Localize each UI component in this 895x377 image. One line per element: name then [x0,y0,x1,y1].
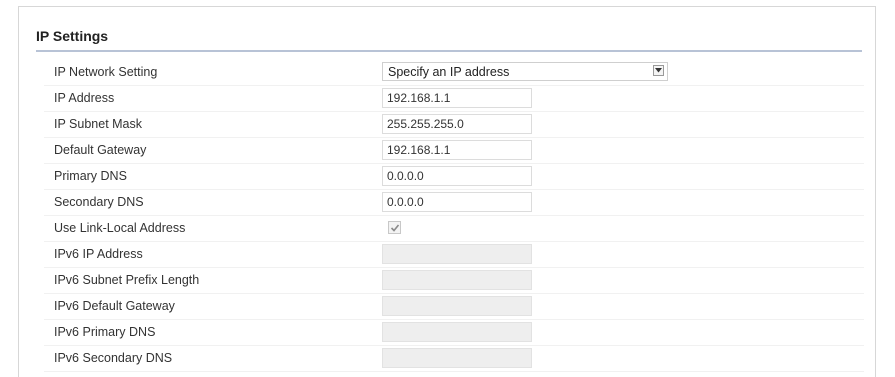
row-subnet-mask: IP Subnet Mask [44,112,864,138]
row-ip-address: IP Address [44,86,864,112]
ipv6-address-input[interactable] [382,244,532,264]
ipv6-primary-dns-input[interactable] [382,322,532,342]
dropdown-arrow-icon[interactable] [653,65,664,76]
ipv6-gateway-label: IPv6 Default Gateway [54,299,175,313]
ip-network-setting-value: Specify an IP address [388,65,510,79]
ipv6-prefix-length-input[interactable] [382,270,532,290]
secondary-dns-input[interactable] [382,192,532,212]
link-local-label: Use Link-Local Address [54,221,186,235]
primary-dns-input[interactable] [382,166,532,186]
row-ipv6-primary-dns: IPv6 Primary DNS [44,320,864,346]
ipv6-secondary-dns-input[interactable] [382,348,532,368]
ipv6-prefix-length-label: IPv6 Subnet Prefix Length [54,273,200,287]
ipv6-primary-dns-label: IPv6 Primary DNS [54,325,156,339]
title-divider [36,50,862,52]
row-ip-network-setting: IP Network Setting Specify an IP address [44,60,864,86]
row-primary-dns: Primary DNS [44,164,864,190]
primary-dns-label: Primary DNS [54,169,127,183]
ip-address-input[interactable] [382,88,532,108]
row-ipv6-gateway: IPv6 Default Gateway [44,294,864,320]
ip-address-label: IP Address [54,91,115,105]
settings-form: IP Network Setting Specify an IP address… [44,60,864,372]
default-gateway-input[interactable] [382,140,532,160]
row-secondary-dns: Secondary DNS [44,190,864,216]
ip-network-setting-select[interactable]: Specify an IP address [382,62,668,81]
row-default-gateway: Default Gateway [44,138,864,164]
row-link-local: Use Link-Local Address [44,216,864,242]
secondary-dns-label: Secondary DNS [54,195,144,209]
link-local-checkbox[interactable] [388,221,401,234]
row-ipv6-prefix-length: IPv6 Subnet Prefix Length [44,268,864,294]
subnet-mask-label: IP Subnet Mask [54,117,143,131]
default-gateway-label: Default Gateway [54,143,147,157]
checkmark-icon [390,224,400,232]
ip-network-setting-label: IP Network Setting [54,65,158,79]
ipv6-secondary-dns-label: IPv6 Secondary DNS [54,351,173,365]
row-ipv6-address: IPv6 IP Address [44,242,864,268]
ipv6-gateway-input[interactable] [382,296,532,316]
ipv6-address-label: IPv6 IP Address [54,247,143,261]
row-ipv6-secondary-dns: IPv6 Secondary DNS [44,346,864,372]
section-title: IP Settings [36,28,109,44]
subnet-mask-input[interactable] [382,114,532,134]
